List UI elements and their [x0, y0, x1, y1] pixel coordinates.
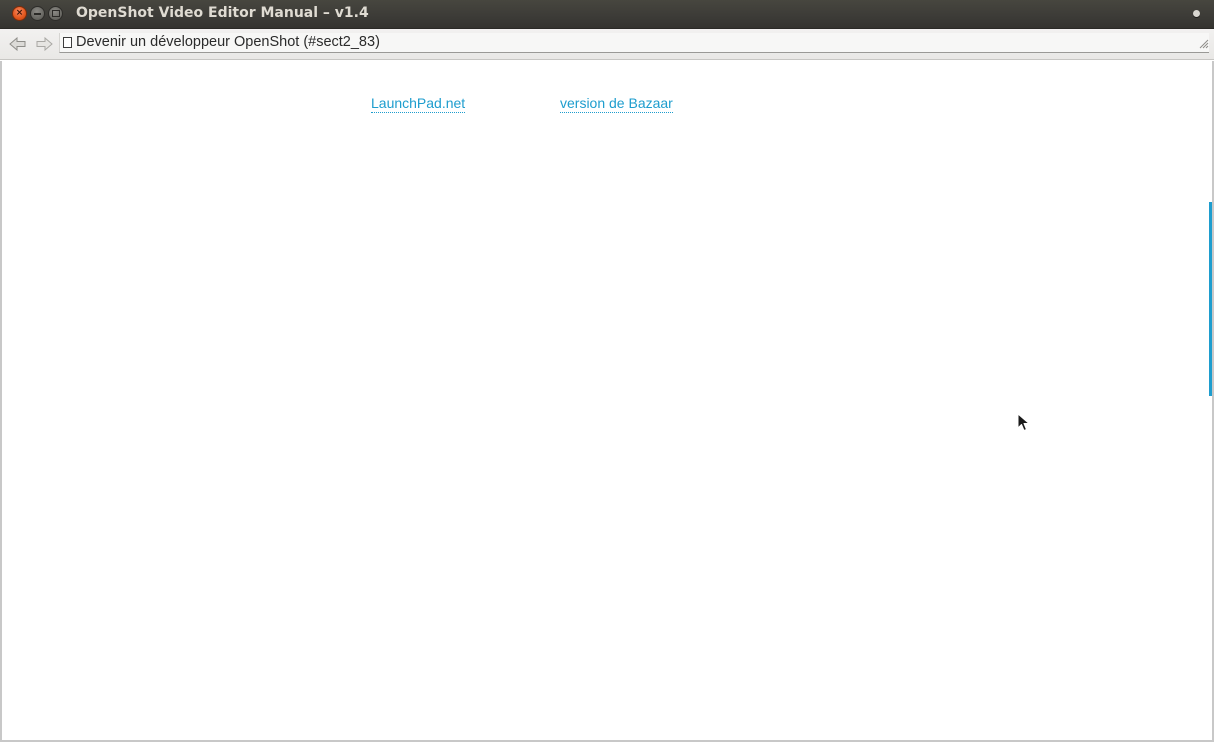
indicator-dot-icon [1193, 10, 1200, 17]
minimize-icon [34, 12, 41, 15]
bazaar-version-link[interactable]: version de Bazaar [560, 95, 673, 113]
browser-window: × OpenShot Video Editor Manual – v1.4 De… [0, 0, 1214, 742]
mouse-cursor-icon [1017, 413, 1030, 431]
close-window-button[interactable]: × [12, 6, 27, 21]
navigation-toolbar: Devenir un développeur OpenShot (#sect2_… [0, 29, 1214, 60]
arrow-left-icon [8, 37, 25, 51]
forward-button[interactable] [35, 35, 53, 53]
maximize-window-button[interactable] [48, 6, 63, 21]
minimize-window-button[interactable] [30, 6, 45, 21]
back-button[interactable] [8, 35, 26, 53]
window-title: OpenShot Video Editor Manual – v1.4 [76, 5, 369, 21]
address-text[interactable]: Devenir un développeur OpenShot (#sect2_… [76, 34, 380, 50]
title-bar[interactable]: × OpenShot Video Editor Manual – v1.4 [0, 0, 1214, 29]
page-icon [63, 37, 72, 48]
page-content: LaunchPad.net version de Bazaar [2, 61, 1208, 740]
close-icon: × [15, 8, 24, 18]
arrow-right-icon [36, 37, 53, 51]
maximize-icon [51, 10, 60, 17]
resize-grip-icon [1199, 39, 1209, 49]
address-bar[interactable]: Devenir un développeur OpenShot (#sect2_… [59, 33, 1209, 53]
scroll-indicator[interactable] [1209, 202, 1212, 396]
launchpad-link[interactable]: LaunchPad.net [371, 95, 466, 113]
